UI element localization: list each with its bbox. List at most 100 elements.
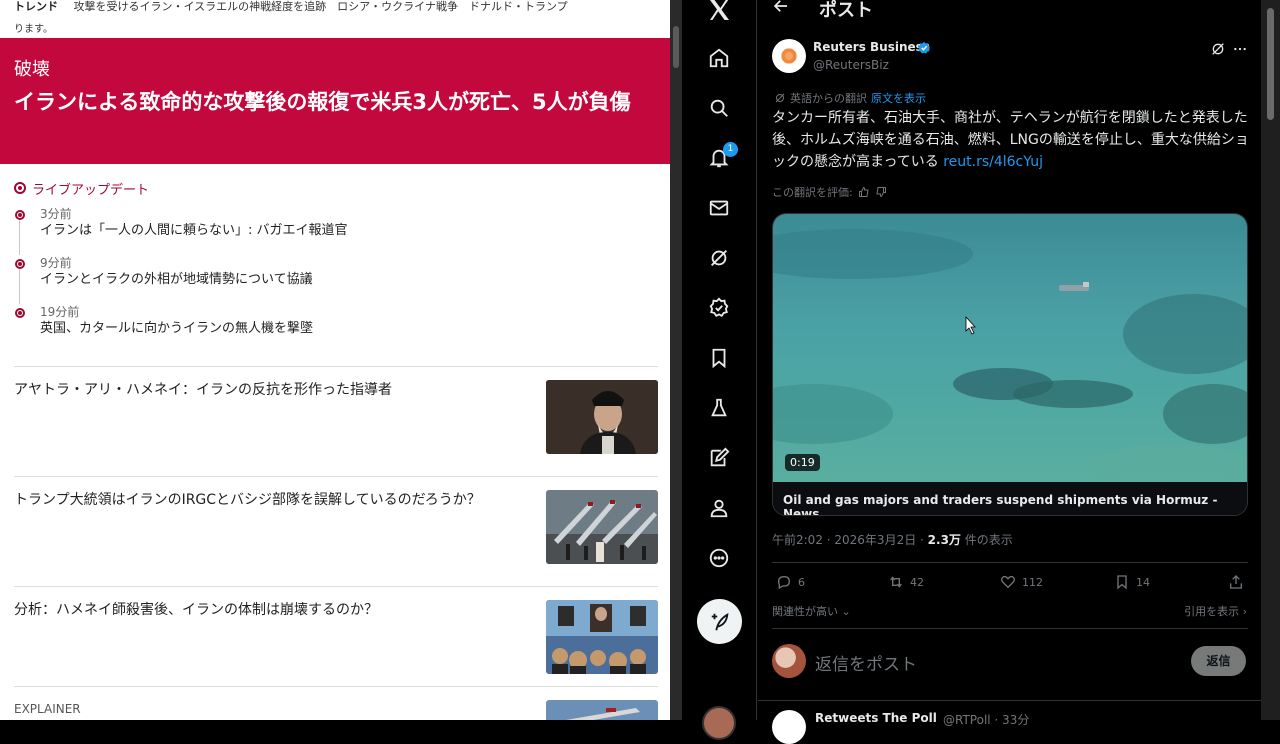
scrollbar-thumb[interactable] [673, 26, 679, 68]
story-item[interactable]: トランプ大統領はイランのIRGCとバシジ部隊を誤解しているのだろうか？ [14, 476, 658, 586]
page-title: ポスト [819, 0, 873, 21]
live-item[interactable]: 3分前 イランは「一人の人間に頼らない」: バガエイ報道官 [14, 206, 654, 255]
reuters-scrollbar[interactable] [670, 0, 682, 720]
timeline-dot-icon [15, 259, 25, 269]
post-detail: ポスト Reuters Business @ReutersBiz 英語からの翻訳… [758, 0, 1261, 744]
view-quotes-link[interactable]: 引用を表示 › [1184, 603, 1247, 619]
video-player[interactable]: 0:19 [773, 214, 1247, 484]
live-item-time: 9分前 [40, 256, 72, 270]
author-handle[interactable]: @ReutersBiz [813, 58, 889, 72]
live-item[interactable]: 19分前 英国、カタールに向かうイランの無人機を撃墜 [14, 304, 654, 353]
home-icon[interactable] [707, 46, 731, 70]
notification-badge: 1 [723, 142, 738, 157]
view-quotes-label[interactable]: 引用を表示 [1184, 605, 1239, 618]
back-arrow-icon[interactable] [772, 0, 790, 19]
story-headline[interactable]: 分析：ハメネイ師殺害後、イランの体制は崩壊するのか？ [14, 600, 534, 620]
hero-title[interactable]: イランによる致命的な攻撃後の報復で米兵3人が死亡、5人が負傷 [14, 88, 654, 117]
chevron-down-icon: ⌄ [841, 605, 851, 618]
sort-relevance-label[interactable]: 関連性が高い [772, 605, 838, 618]
reply-input[interactable]: 返信をポスト [815, 650, 917, 675]
story-thumbnail[interactable] [546, 380, 658, 454]
thumbs-up-icon[interactable] [858, 186, 870, 198]
trending-topics[interactable]: 攻撃を受けるイラン・イスラエルの神戦経度を追跡 ロシア・ウクライナ戦争 ドナルド… [74, 0, 568, 13]
video-frame [773, 229, 1247, 484]
verified-badge-icon [917, 40, 931, 59]
edit-icon[interactable] [707, 446, 731, 470]
grok-icon[interactable] [707, 246, 731, 270]
timeline-line [19, 220, 20, 255]
story-headline[interactable]: トランプ大統領はイランのIRGCとバシジ部隊を誤解しているのだろうか？ [14, 490, 534, 510]
live-updates: ライブアップデート 3分前 イランは「一人の人間に頼らない」: バガエイ報道官 … [14, 178, 654, 353]
post-meta: 午前2:02 · 2026年3月2日 · 2.3万 件の表示 [772, 531, 1013, 548]
story-item[interactable]: アヤトラ・アリ・ハメネイ：イランの反抗を形作った指導者 [14, 366, 658, 476]
story-kicker[interactable]: EXPLAINER [14, 699, 534, 719]
hero-kicker[interactable]: 破壊 [14, 58, 656, 82]
sort-relevance-dropdown[interactable]: 関連性が高い ⌄ [772, 603, 851, 619]
grok-explain-icon[interactable] [1210, 41, 1226, 61]
post-body: タンカー所有者、石油大手、商社が、テヘランが航行を閉鎖したと発表した後、ホルムズ… [772, 107, 1250, 173]
profile-icon[interactable] [707, 496, 731, 520]
bookmark-icon[interactable] [707, 346, 731, 370]
divider [772, 628, 1248, 629]
like-action[interactable]: 112 [1000, 574, 1043, 590]
video-card[interactable]: 0:19 Oil and gas majors and traders susp… [772, 213, 1248, 516]
next-reply-author[interactable]: Retweets The Poll [815, 711, 937, 725]
live-item[interactable]: 9分前 イランとイラクの外相が地域情勢について協議 [14, 255, 654, 304]
scrollbar-thumb[interactable] [1267, 8, 1274, 120]
bookmark-action[interactable]: 14 [1114, 574, 1150, 590]
repost-icon [890, 576, 902, 588]
live-item-time: 19分前 [40, 305, 80, 319]
verified-icon[interactable] [707, 296, 731, 320]
live-updates-header[interactable]: ライブアップデート [14, 178, 654, 198]
hero-banner[interactable]: 破壊 イランによる致命的な攻撃後の報復で米兵3人が死亡、5人が負傷 [0, 38, 670, 164]
reply-button[interactable]: 返信 [1191, 646, 1246, 676]
repost-action[interactable]: 42 [888, 574, 924, 590]
live-item-text[interactable]: 英国、カタールに向かうイランの無人機を撃墜 [40, 320, 654, 338]
timeline-line [19, 269, 20, 304]
feather-plus-icon [711, 612, 728, 630]
x-scrollbar[interactable] [1261, 0, 1280, 720]
reuters-page: トレンド 攻撃を受けるイラン・イスラエルの神戦経度を追跡 ロシア・ウクライナ戦争… [0, 0, 670, 720]
share-action[interactable] [1228, 574, 1244, 590]
more-icon[interactable] [707, 546, 731, 570]
timeline-dot-icon [15, 210, 25, 220]
live-updates-label[interactable]: ライブアップデート [32, 179, 149, 198]
bookmark-icon [1117, 575, 1127, 590]
grok-translate-icon [775, 93, 785, 103]
thumbs-down-icon[interactable] [875, 186, 887, 198]
x-logo-icon[interactable] [707, 0, 731, 22]
heart-icon [1001, 575, 1015, 589]
more-options-icon[interactable] [1232, 41, 1248, 61]
story-thumbnail[interactable] [546, 490, 658, 564]
reuters-logo-icon [780, 47, 798, 65]
card-title[interactable]: Oil and gas majors and traders suspend s… [773, 482, 1247, 515]
author-name[interactable]: Reuters Business [813, 40, 930, 54]
translation-notice: 英語からの翻訳 原文を表示 [774, 90, 926, 106]
compose-post-button[interactable] [697, 599, 742, 644]
bookmark-count: 14 [1136, 575, 1150, 589]
author-avatar[interactable] [772, 39, 806, 73]
mail-icon[interactable] [707, 196, 731, 220]
view-count: 2.3万 [927, 533, 961, 547]
story-thumbnail[interactable] [546, 600, 658, 674]
post-timestamp[interactable]: 午前2:02 · 2026年3月2日 · [772, 533, 924, 547]
post-header: ポスト [758, 0, 1261, 21]
next-reply-avatar[interactable] [772, 710, 806, 744]
story-item[interactable]: 分析：ハメネイ師殺害後、イランの体制は崩壊するのか？ [14, 586, 658, 686]
story-headline[interactable]: アヤトラ・アリ・ハメネイ：イランの反抗を形作った指導者 [14, 380, 534, 400]
search-icon[interactable] [707, 96, 731, 120]
story-thumbnail[interactable] [546, 700, 658, 720]
live-item-time: 3分前 [40, 207, 72, 221]
story-item[interactable]: EXPLAINER [14, 686, 658, 720]
flask-icon[interactable] [707, 396, 731, 420]
account-avatar[interactable] [702, 706, 736, 740]
chevron-right-icon: › [1242, 605, 1247, 618]
reply-count: 6 [798, 575, 805, 589]
mouse-cursor-icon [965, 315, 976, 335]
reply-action[interactable]: 6 [776, 574, 805, 590]
live-item-text[interactable]: イランは「一人の人間に頼らない」: バガエイ報道官 [40, 222, 654, 240]
live-item-text[interactable]: イランとイラクの外相が地域情勢について協議 [40, 271, 654, 289]
show-original-link[interactable]: 原文を表示 [871, 90, 926, 106]
post-link[interactable]: reut.rs/4l6cYuj [943, 154, 1043, 170]
trending-bar: トレンド 攻撃を受けるイラン・イスラエルの神戦経度を追跡 ロシア・ウクライナ戦争… [0, 0, 670, 20]
